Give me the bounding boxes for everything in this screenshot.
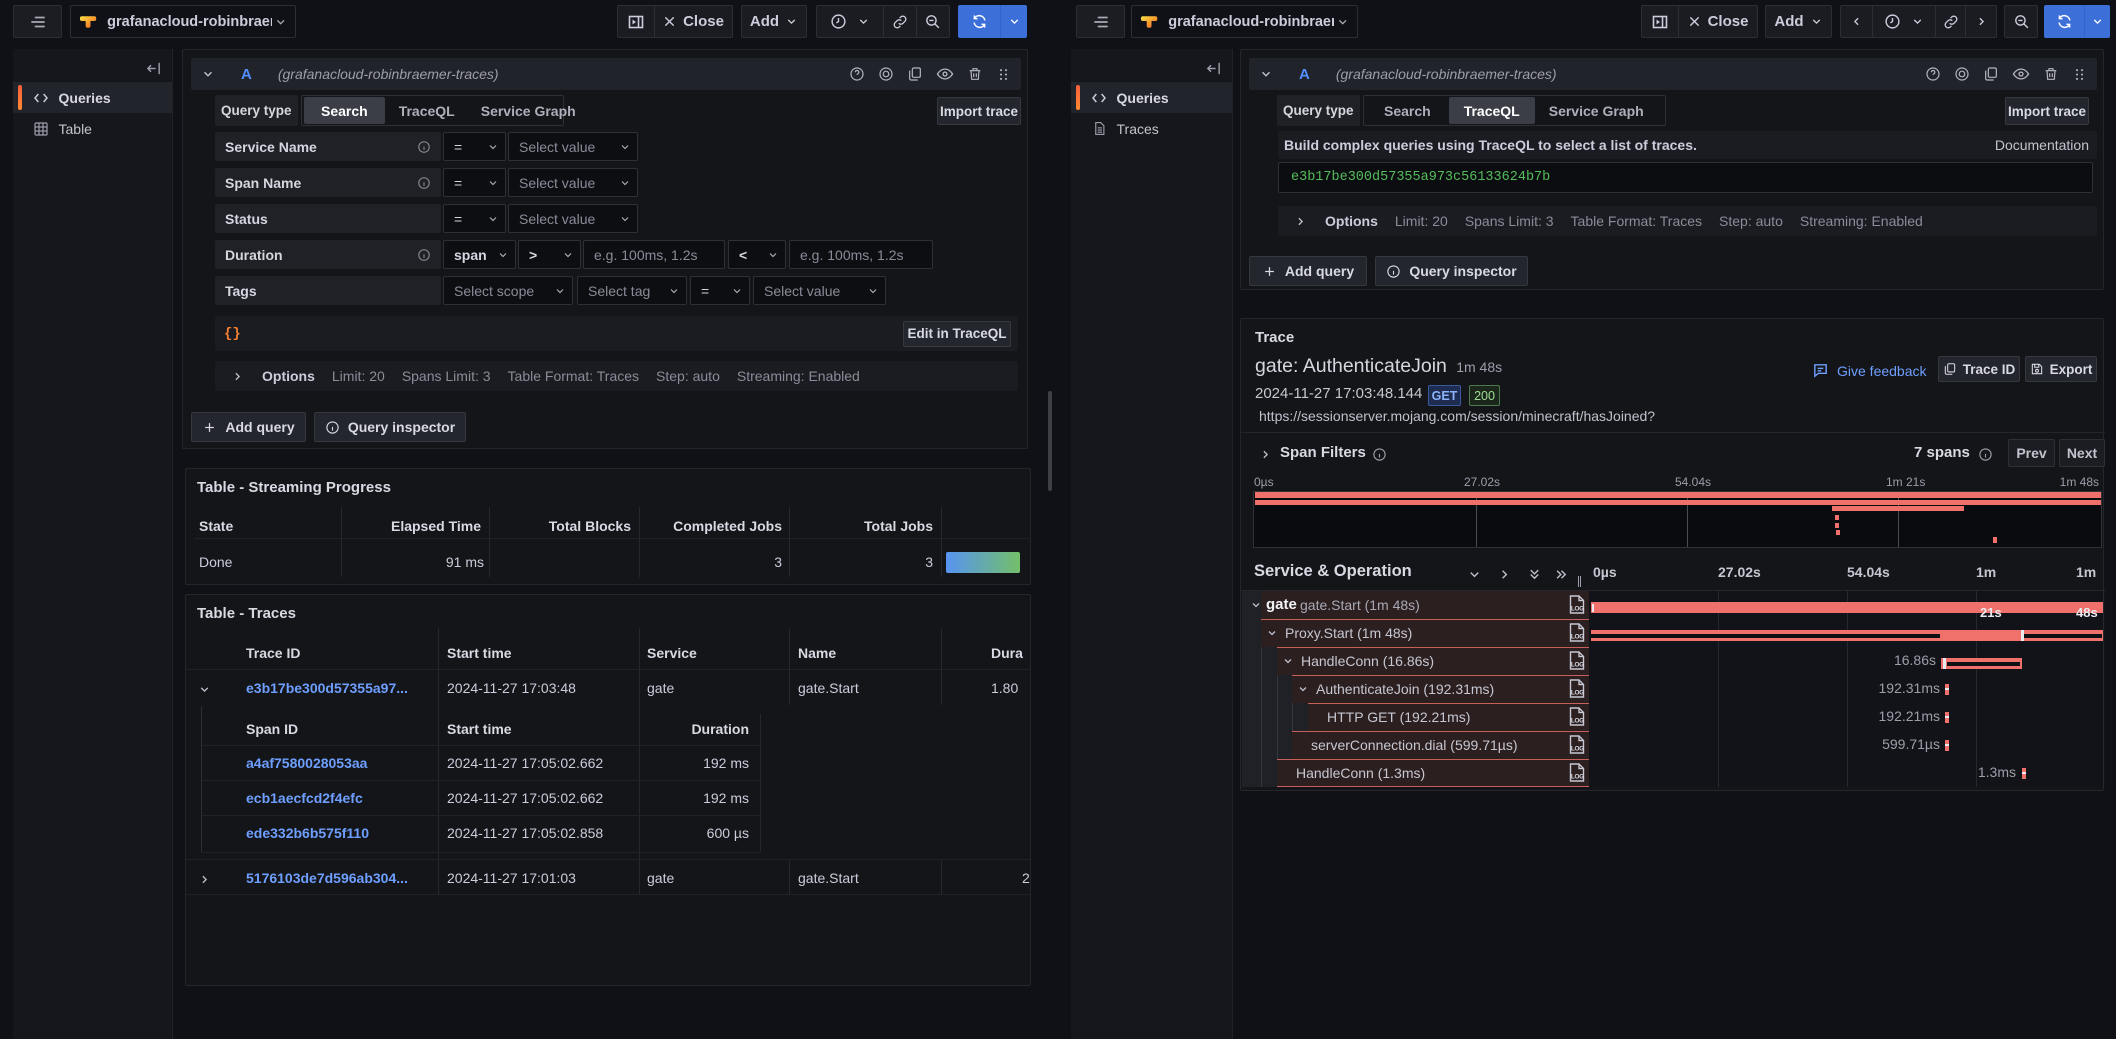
svg-text:LOG: LOG [1571,606,1584,613]
svg-text:LOG: LOG [1571,662,1584,669]
svg-text:LOG: LOG [1571,690,1584,697]
svg-text:LOG: LOG [1571,634,1584,641]
svg-text:LOG: LOG [1571,718,1584,725]
svg-text:LOG: LOG [1571,774,1584,781]
svg-text:LOG: LOG [1571,746,1584,753]
